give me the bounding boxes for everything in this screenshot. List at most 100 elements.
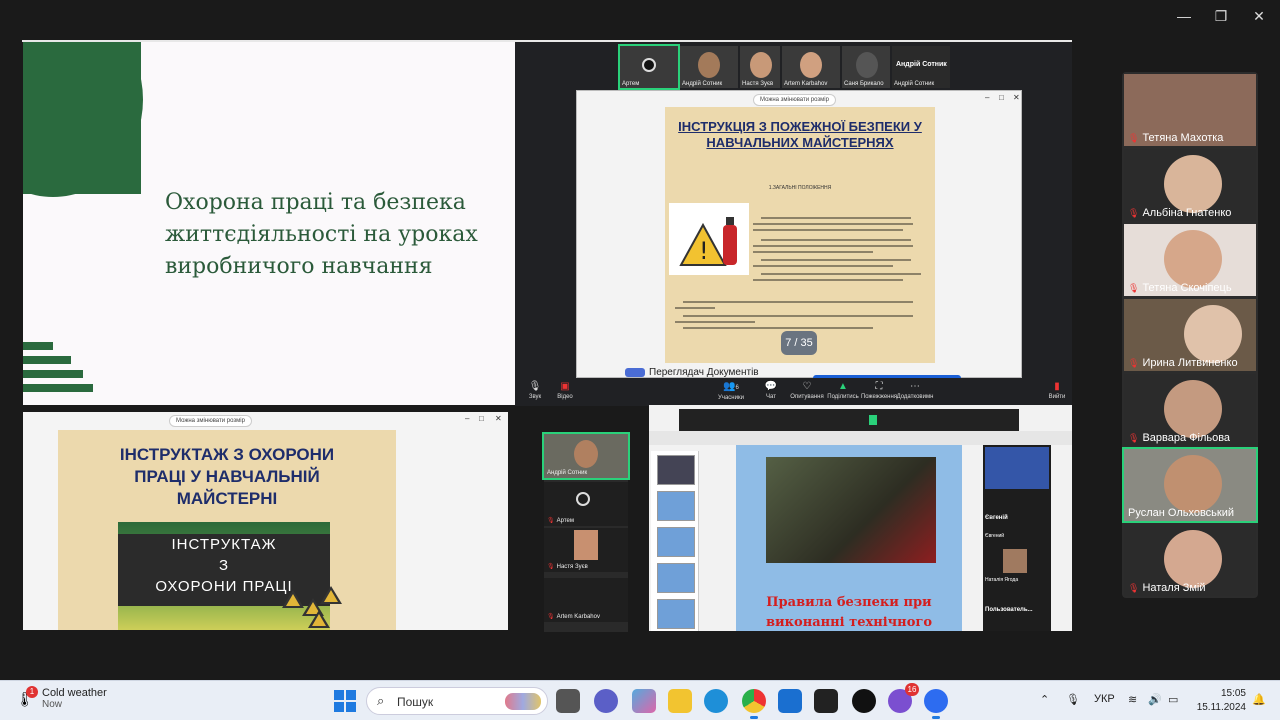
close-icon[interactable]: ✕ (1013, 93, 1020, 102)
language-indicator[interactable]: УКР (1094, 693, 1115, 705)
viber-icon[interactable]: 16 (888, 683, 919, 713)
task-view-icon[interactable] (556, 689, 580, 713)
zoom-meeting-window: — ❐ ✕ Охорона праці та безпека життєдіял… (0, 0, 1280, 720)
participant-name: Настя Зуєв (742, 81, 774, 87)
participant-face (1164, 530, 1222, 588)
participant-thumb[interactable]: Artem Karbahov (782, 46, 840, 88)
participant-thumb[interactable]: Андрій Сотник (680, 46, 738, 88)
participant-tile[interactable]: 🎙 Альбіна Гнатенко (1124, 149, 1256, 221)
participant-thumb[interactable]: Артем (618, 44, 680, 90)
slide-thumbnail[interactable] (657, 491, 695, 521)
start-button[interactable] (334, 690, 356, 712)
minimize-icon[interactable]: – (465, 414, 469, 423)
mini-toolbar (679, 409, 1019, 431)
volume-icon[interactable]: 🔊 (1148, 693, 1162, 706)
participant-name: 🎙 Тетяна Махотка (1128, 132, 1224, 144)
slide-thumbnail[interactable] (657, 563, 695, 593)
participant-tile[interactable]: 🎙 Ирина Литвиненко (1124, 299, 1256, 371)
document-viewer-window: Можна змінювати розмір □ ✕ – ІНСТРУКЦІЯ … (576, 90, 1022, 381)
weather-badge: 1 (26, 686, 38, 698)
participant-name: Андрій Сотник (682, 81, 723, 87)
participant-gallery: 🎙 Тетяна Махотка 🎙 Альбіна Гнатенко 🎙 Тетян… (1122, 72, 1258, 598)
participant-tile[interactable]: 🎙 Настя Зуєв (544, 528, 628, 572)
participant-face (1164, 380, 1222, 438)
slide-thumbnail[interactable] (657, 455, 695, 485)
app-icon[interactable] (814, 689, 838, 713)
zoom-icon[interactable] (924, 689, 948, 719)
participant-tile[interactable]: 🎙 Наталя Змій (1124, 524, 1256, 596)
resize-pill[interactable]: Можна змінювати розмір (753, 94, 836, 106)
share3-participants: Євгеній Євгений Наталія Ягода Пользовате… (983, 445, 1051, 631)
participant-thumb[interactable]: Андрій Сотник Андрій Сотник (892, 46, 950, 88)
participant-tile[interactable]: 🎙 Артем (544, 482, 628, 526)
close-button[interactable]: ✕ (1249, 8, 1269, 25)
participant-thumb[interactable]: Настя Зуєв (740, 46, 780, 88)
share-icon (869, 415, 877, 425)
tiktok-icon[interactable] (852, 689, 876, 713)
participant-name: Артем (622, 81, 640, 87)
page-counter: 7 / 35 (781, 331, 817, 355)
warning-icon (320, 586, 342, 604)
minimize-icon[interactable]: – (985, 93, 989, 102)
leave-button[interactable]: ▮ Вийти (1045, 380, 1069, 400)
participant-face (698, 52, 720, 78)
document-title: ІНСТРУКЦІЯ З ПОЖЕЖНОЇ БЕЗПЕКИ У НАВЧАЛЬН… (678, 119, 922, 150)
close-icon[interactable]: ✕ (495, 414, 502, 423)
chat-button[interactable]: 💬 Чат (751, 380, 791, 400)
weather-widget[interactable]: Cold weather Now (42, 687, 107, 710)
meeting-toolbar: 🎙 Звук ▣ Відео 👥6 Учасники 💬 Чат ♡ Опитування… (515, 378, 1072, 406)
top-participant-strip: Артем Андрій Сотник Настя Зуєв Artem Kar… (618, 44, 950, 90)
participant-tile[interactable]: Андрій Сотник (542, 432, 630, 480)
participant-tile[interactable]: 🎙 Варвара Фільова (1124, 374, 1256, 446)
slide-thumbnail[interactable] (657, 599, 695, 629)
participant-face (856, 52, 878, 78)
clock[interactable]: 15:05 15.11.2024 (1190, 687, 1246, 715)
participants-button[interactable]: 👥6 Учасники (711, 380, 751, 401)
file-explorer-icon[interactable] (668, 689, 692, 713)
copilot-icon[interactable] (632, 689, 656, 713)
warning-icon (308, 610, 330, 628)
power-icon (576, 492, 590, 506)
video-button[interactable]: ▣ Відео (545, 380, 585, 400)
maximize-icon[interactable]: □ (479, 414, 484, 423)
maximize-button[interactable]: ❐ (1211, 8, 1231, 25)
maximize-icon[interactable]: □ (999, 93, 1004, 102)
minimize-button[interactable]: — (1174, 8, 1194, 24)
participant-tile[interactable]: 🎙 Тетяна Махотка (1124, 74, 1256, 146)
instruction-page: ІНСТРУКТАЖ З ОХОРОНИ ПРАЦІ У НАВЧАЛЬНІЙ … (58, 430, 396, 630)
participant-name: 🎙 Артем (547, 518, 574, 524)
chrome-icon[interactable] (742, 689, 766, 719)
participant-face (800, 52, 822, 78)
doc-viewer-logo-icon (625, 367, 645, 377)
document-viewer-window-2: Можна змінювати розмір – □ ✕ ІНСТРУКТАЖ … (23, 412, 508, 630)
participant-face (1164, 455, 1222, 513)
battery-icon[interactable]: ▭ (1168, 693, 1178, 706)
participant-thumb[interactable]: Саня Брикало (842, 46, 890, 88)
search-box[interactable]: ⌕ Пошук (366, 687, 548, 715)
record-button[interactable]: ⛶ Пожежження (859, 380, 899, 400)
participant-face (1164, 230, 1222, 288)
wifi-icon[interactable]: ≋ (1128, 693, 1137, 706)
participant-tile[interactable]: Руслан Ольховський (1122, 447, 1258, 523)
tray-overflow-icon[interactable]: ⌃ (1040, 693, 1049, 706)
participant-name: Artem Karbahov (784, 81, 828, 87)
more-button[interactable]: ⋯ Додатковимн (895, 380, 935, 400)
teams-icon[interactable] (594, 689, 618, 713)
slide-title: Охорона праці та безпека життєдіяльності… (165, 190, 478, 279)
slide-decor-block (23, 42, 141, 194)
share-button[interactable]: ▲ Поділитись (823, 380, 863, 400)
store-icon[interactable] (778, 689, 802, 713)
svg-text:!: ! (699, 237, 709, 265)
shared-screen-3: Правила безпеки при виконанні технічного… (649, 405, 1072, 631)
search-icon: ⌕ (377, 693, 385, 708)
edge-icon[interactable] (704, 689, 728, 713)
notification-icon[interactable]: 🔔 (1252, 693, 1266, 706)
participant-name: Руслан Ольховський (1128, 507, 1235, 519)
participant-tile[interactable]: 🎙 Тетяна Скочіпець (1124, 224, 1256, 296)
slide-thumbnail[interactable] (657, 527, 695, 557)
polls-button[interactable]: ♡ Опитування (787, 380, 827, 400)
participant-tile[interactable]: 🎙 Artem Karbahov (544, 578, 628, 622)
participant-name: Саня Брикало (844, 81, 884, 87)
resize-pill[interactable]: Можна змінювати розмір (169, 415, 252, 427)
microphone-icon[interactable]: 🎙 (1066, 693, 1080, 706)
